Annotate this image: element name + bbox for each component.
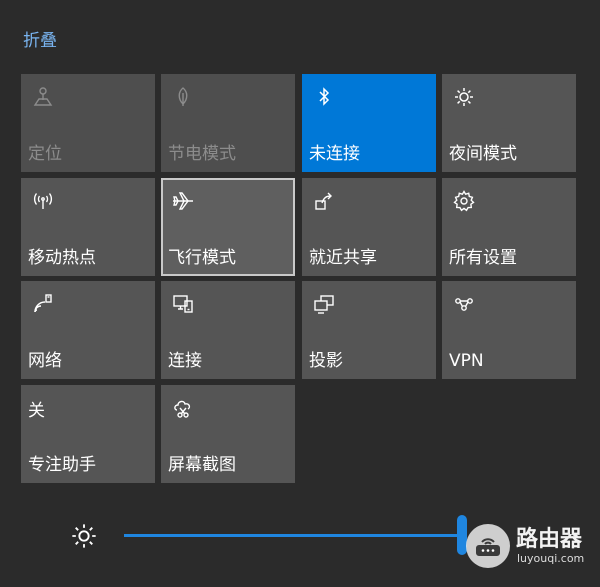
- brightness-icon: [68, 520, 100, 552]
- watermark: 路由器 luyouqi.com: [460, 518, 600, 578]
- battery-saver-icon: [170, 84, 196, 110]
- screen-snip-icon: [170, 395, 196, 421]
- tile-label: 屏幕截图: [168, 455, 236, 475]
- tile-bluetooth[interactable]: 未连接: [302, 74, 436, 172]
- tile-label: 投影: [309, 351, 343, 371]
- tile-label: 网络: [28, 351, 62, 371]
- tile-all-settings[interactable]: 所有设置: [442, 178, 576, 276]
- tile-label: 连接: [168, 351, 202, 371]
- watermark-title: 路由器: [516, 527, 583, 552]
- tile-label: 移动热点: [28, 248, 96, 268]
- tile-mobile-hotspot[interactable]: 移动热点: [21, 178, 155, 276]
- tile-label: 节电模式: [168, 144, 236, 164]
- tile-airplane-mode[interactable]: 飞行模式: [161, 178, 295, 276]
- tile-label: 就近共享: [309, 248, 377, 268]
- tile-location[interactable]: 定位: [21, 74, 155, 172]
- airplane-icon: [170, 188, 196, 214]
- brightness-slider-track[interactable]: [124, 534, 464, 537]
- vpn-icon: [451, 291, 477, 317]
- tile-focus-assist[interactable]: 关 专注助手: [21, 385, 155, 483]
- router-logo-icon: [466, 524, 510, 568]
- tile-label: 夜间模式: [449, 144, 517, 164]
- night-light-icon: [451, 84, 477, 110]
- tile-label: 定位: [28, 144, 62, 164]
- tile-network[interactable]: 网络: [21, 281, 155, 379]
- mobile-hotspot-icon: [30, 188, 56, 214]
- tile-battery-saver[interactable]: 节电模式: [161, 74, 295, 172]
- gear-icon: [451, 188, 477, 214]
- tile-label: 飞行模式: [168, 248, 236, 268]
- tile-label: VPN: [449, 351, 484, 371]
- project-icon: [311, 291, 337, 317]
- tile-night-light[interactable]: 夜间模式: [442, 74, 576, 172]
- network-icon: [30, 291, 56, 317]
- watermark-url: luyouqi.com: [517, 552, 585, 565]
- bluetooth-icon: [311, 84, 337, 110]
- connect-icon: [170, 291, 196, 317]
- tile-vpn[interactable]: VPN: [442, 281, 576, 379]
- tile-project[interactable]: 投影: [302, 281, 436, 379]
- quick-actions-grid: 定位 节电模式 未连接 夜间模式 移动热点 飞行模式 就近共享 所有设置 网络 …: [0, 0, 600, 500]
- location-icon: [30, 84, 56, 110]
- tile-label: 专注助手: [28, 455, 96, 475]
- tile-label: 未连接: [309, 144, 360, 164]
- nearby-share-icon: [311, 188, 337, 214]
- focus-assist-status: 关: [28, 400, 45, 421]
- tile-connect[interactable]: 连接: [161, 281, 295, 379]
- tile-label: 所有设置: [449, 248, 517, 268]
- tile-nearby-share[interactable]: 就近共享: [302, 178, 436, 276]
- tile-screen-snip[interactable]: 屏幕截图: [161, 385, 295, 483]
